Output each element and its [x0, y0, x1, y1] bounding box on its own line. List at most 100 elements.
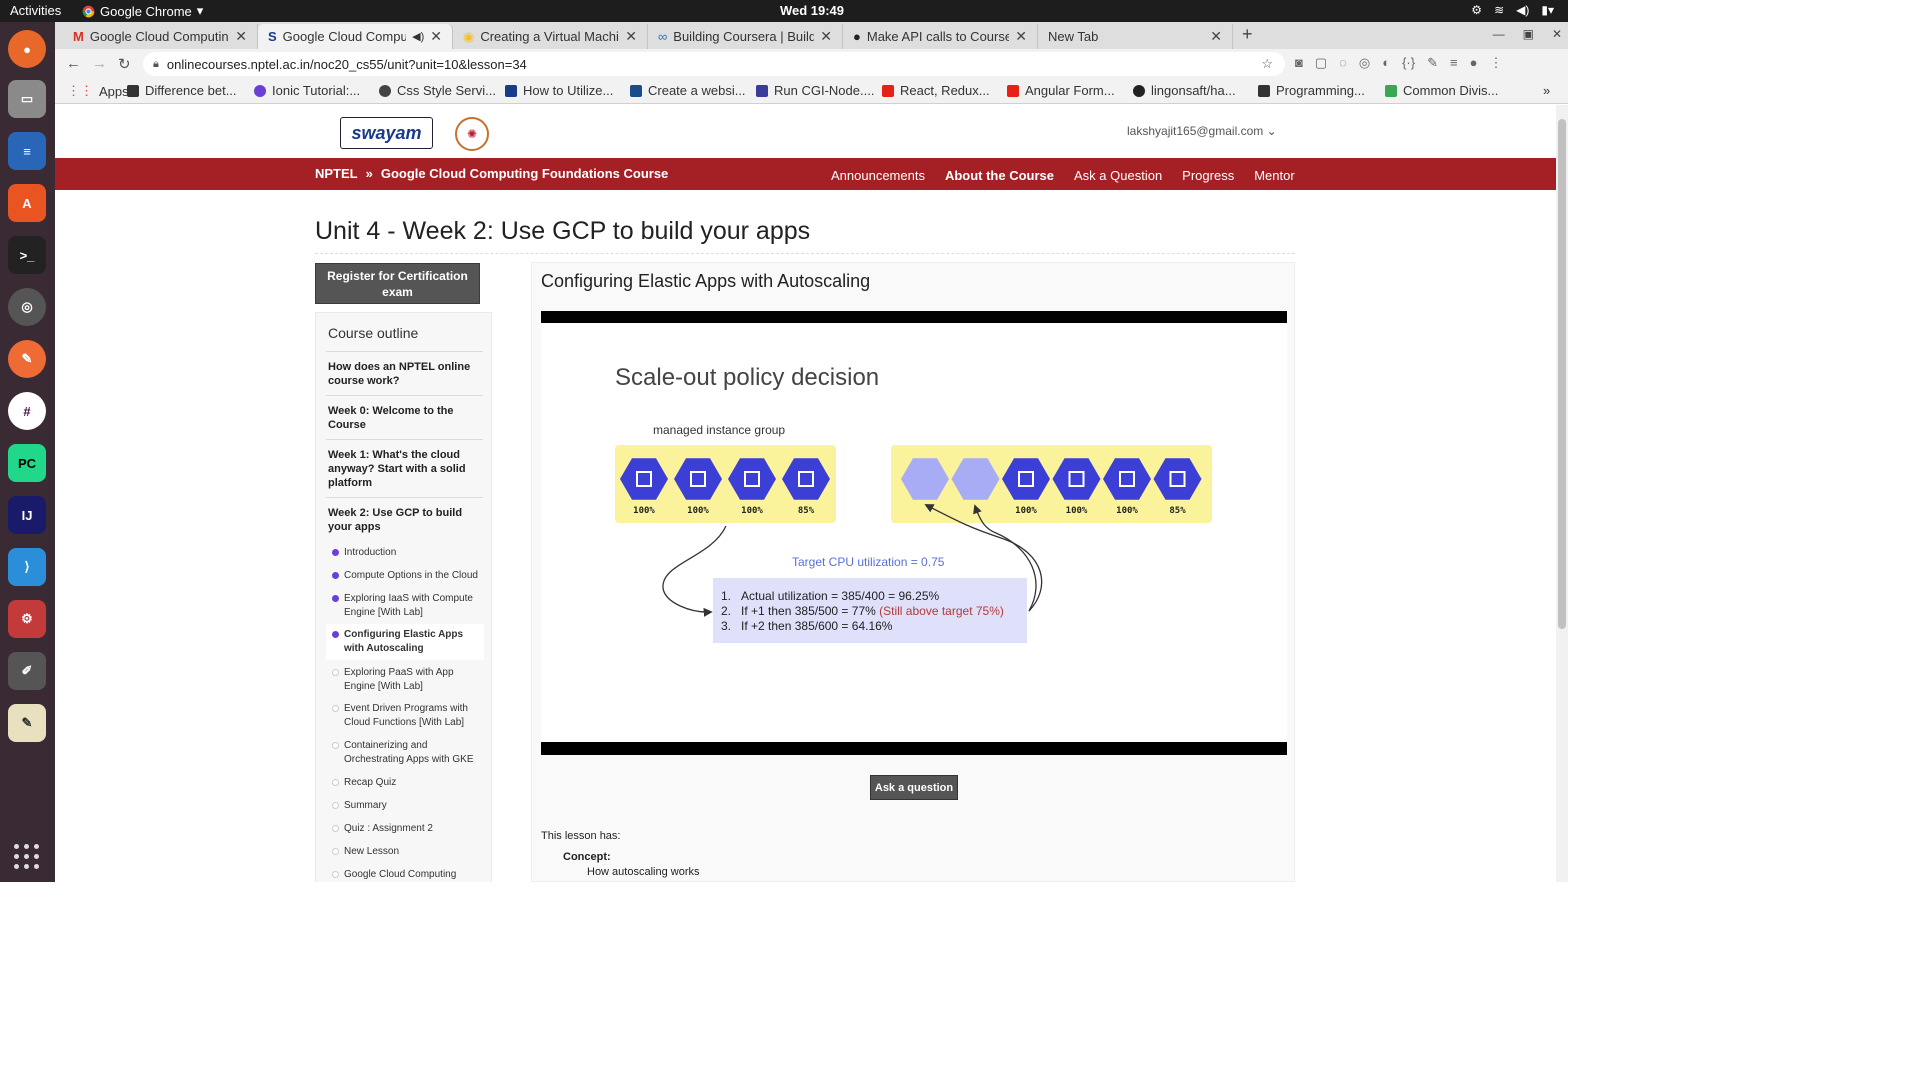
video-player[interactable]: Scale-out policy decision managed instan… — [541, 311, 1287, 755]
star-icon[interactable]: ☆ — [1261, 56, 1273, 72]
tab-title: Google Cloud Computing — [89, 29, 230, 44]
gimp-icon[interactable]: ✐ — [8, 652, 46, 690]
activities-button[interactable]: Activities — [10, 3, 61, 18]
browser-tab[interactable]: ∞ Building Coursera | Buildi ✕ — [648, 24, 843, 49]
settings-icon[interactable]: ⚙ — [8, 600, 46, 638]
lesson-item[interactable]: Introduction — [332, 546, 482, 560]
pycharm-icon[interactable]: PC — [8, 444, 46, 482]
lesson-item[interactable]: Containerizing and Orchestrating Apps wi… — [332, 739, 482, 767]
text-editor-icon[interactable]: ✎ — [8, 704, 46, 742]
close-icon[interactable]: ✕ — [820, 28, 832, 45]
new-tab-button[interactable]: + — [1242, 24, 1253, 45]
reload-icon[interactable]: ↻ — [118, 55, 131, 73]
writer-icon[interactable]: ≡ — [8, 132, 46, 170]
emblem-logo: ✺ — [455, 117, 489, 151]
intellij-icon[interactable]: IJ — [8, 496, 46, 534]
close-icon[interactable]: ✕ — [430, 28, 442, 45]
more-bookmarks-icon[interactable]: » — [1543, 83, 1550, 98]
menu-progress[interactable]: Progress — [1182, 168, 1234, 183]
scrollbar-thumb[interactable] — [1558, 119, 1566, 629]
maximize-icon[interactable]: ▣ — [1523, 27, 1534, 41]
lesson-item[interactable]: Exploring PaaS with App Engine [With Lab… — [332, 666, 482, 694]
lesson-item[interactable]: Exploring IaaS with Compute Engine [With… — [332, 592, 482, 620]
outline-item[interactable]: How does an NPTEL online course work? — [328, 360, 483, 388]
close-icon[interactable]: ✕ — [1210, 28, 1222, 45]
close-icon[interactable]: ✕ — [625, 28, 637, 45]
avatar[interactable]: ● — [1470, 55, 1478, 71]
menu-mentor[interactable]: Mentor — [1254, 168, 1294, 183]
forward-icon[interactable]: → — [92, 55, 107, 72]
bookmark[interactable]: Angular Form... — [1007, 83, 1115, 98]
clock[interactable]: Wed 19:49 — [760, 3, 864, 18]
outline-item[interactable]: Week 0: Welcome to the Course — [328, 404, 483, 432]
postman-icon[interactable]: ✎ — [8, 340, 46, 378]
camera-icon[interactable]: ◙ — [1295, 55, 1303, 71]
lesson-has-label: This lesson has: — [541, 830, 621, 842]
lesson-item[interactable]: Compute Options in the Cloud — [332, 569, 482, 583]
extension-icon[interactable]: ◐ — [1382, 55, 1390, 71]
extension-icon[interactable]: ◎ — [1359, 55, 1370, 71]
terminal-icon[interactable]: >_ — [8, 236, 46, 274]
register-exam-button[interactable]: Register for Certification exam — [315, 263, 480, 304]
lesson-item[interactable]: Event Driven Programs with Cloud Functio… — [332, 702, 482, 730]
lesson-item[interactable]: Recap Quiz — [332, 776, 482, 790]
bookmark[interactable]: Difference bet... — [127, 83, 237, 98]
vscode-icon[interactable]: ⟩ — [8, 548, 46, 586]
outline-item[interactable]: Week 1: What's the cloud anyway? Start w… — [328, 448, 483, 490]
lesson-item[interactable]: Summary — [332, 799, 482, 813]
extension-icon[interactable]: ▢ — [1315, 55, 1327, 71]
bookmark[interactable]: React, Redux... — [882, 83, 990, 98]
tab-title: New Tab — [1048, 29, 1099, 44]
ask-question-button[interactable]: Ask a question — [870, 775, 958, 800]
browser-tab[interactable]: New Tab ✕ — [1038, 24, 1233, 49]
lesson-item[interactable]: Google Cloud Computing — [332, 868, 482, 882]
outline-item-current-week[interactable]: Week 2: Use GCP to build your apps — [328, 506, 483, 534]
minimize-icon[interactable]: — — [1493, 27, 1505, 41]
bookmark-label: Apps — [99, 83, 129, 99]
extension-icon[interactable]: ✎ — [1427, 55, 1438, 71]
extension-icon[interactable]: {·} — [1402, 55, 1415, 71]
bookmark[interactable]: Create a websi... — [630, 83, 746, 98]
swayam-logo[interactable]: swayam — [340, 117, 433, 149]
show-applications-icon[interactable] — [14, 844, 40, 870]
breadcrumb-root[interactable]: NPTEL — [315, 166, 358, 181]
network-icon: ⚙ — [1471, 3, 1483, 17]
system-tray[interactable]: ⚙ ≋ ◀) ▮▾ — [1471, 3, 1554, 17]
menu-about-course[interactable]: About the Course — [945, 168, 1054, 183]
bookmark[interactable]: lingonsaft/ha... — [1133, 83, 1236, 98]
chrome-icon[interactable]: ◎ — [8, 288, 46, 326]
close-icon[interactable]: ✕ — [1015, 28, 1027, 45]
media-icon[interactable]: ≡ — [1450, 55, 1458, 71]
browser-tab[interactable]: M Google Cloud Computing ✕ — [63, 24, 258, 49]
lesson-item-current[interactable]: Configuring Elastic Apps with Autoscalin… — [326, 624, 484, 660]
user-email-menu[interactable]: lakshyajit165@gmail.com ⌄ — [1127, 124, 1277, 138]
more-icon[interactable]: ⋮ — [1489, 55, 1502, 71]
extension-icon[interactable]: ◌ — [1339, 55, 1347, 71]
breadcrumb-course[interactable]: Google Cloud Computing Foundations Cours… — [381, 166, 668, 181]
firefox-icon[interactable]: ● — [8, 30, 46, 68]
bookmark[interactable]: Run CGI-Node.... — [756, 83, 874, 98]
files-icon[interactable]: ▭ — [8, 80, 46, 118]
menu-ask-question[interactable]: Ask a Question — [1074, 168, 1162, 183]
lesson-item[interactable]: Quiz : Assignment 2 — [332, 822, 482, 836]
audio-icon[interactable]: ◀) — [412, 30, 424, 43]
menu-announcements[interactable]: Announcements — [831, 168, 925, 183]
back-icon[interactable]: ← — [66, 55, 81, 72]
close-icon[interactable]: ✕ — [235, 28, 247, 45]
browser-tab[interactable]: ● Make API calls to Coursera ✕ — [843, 24, 1038, 49]
bookmark[interactable]: Css Style Servi... — [379, 83, 496, 98]
address-bar[interactable]: 🔒︎ onlinecourses.nptel.ac.in/noc20_cs55/… — [143, 52, 1285, 76]
bookmark-apps[interactable]: ⋮⋮ Apps — [67, 83, 129, 99]
close-icon[interactable]: ✕ — [1552, 27, 1562, 41]
bookmark[interactable]: Ionic Tutorial:... — [254, 83, 360, 98]
slack-icon[interactable]: # — [8, 392, 46, 430]
lesson-item[interactable]: New Lesson — [332, 845, 482, 859]
software-center-icon[interactable]: A — [8, 184, 46, 222]
browser-tab-active[interactable]: S Google Cloud Comput ◀) ✕ — [258, 24, 453, 49]
bookmark[interactable]: How to Utilize... — [505, 83, 613, 98]
browser-tab[interactable]: ◉ Creating a Virtual Machin ✕ — [453, 24, 648, 49]
app-menu[interactable]: Google Chrome ▾ — [82, 3, 203, 19]
bookmark[interactable]: Common Divis... — [1385, 83, 1498, 98]
page-scrollbar[interactable] — [1556, 105, 1568, 882]
bookmark[interactable]: Programming... — [1258, 83, 1365, 98]
